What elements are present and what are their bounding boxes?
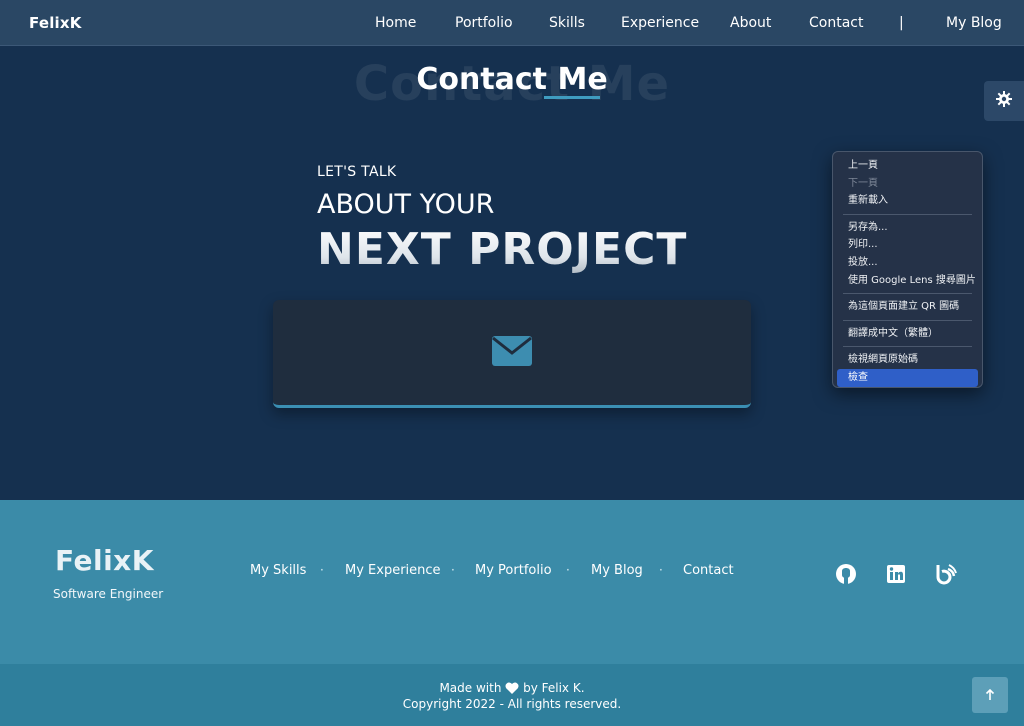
copyright-bar: Made with by Felix K. Copyright 2022 - A… <box>0 664 1024 726</box>
nav-link-experience[interactable]: Experience <box>621 15 699 31</box>
nav-link-contact[interactable]: Contact <box>809 15 863 31</box>
theme-settings-button[interactable] <box>984 81 1024 121</box>
nav-link-portfolio[interactable]: Portfolio <box>455 15 513 31</box>
menu-item-qr-code[interactable]: 為這個頁面建立 QR 圖碼 <box>837 298 978 316</box>
menu-item-translate[interactable]: 翻譯成中文（繁體） <box>837 325 978 343</box>
email-contact-card[interactable] <box>273 300 751 408</box>
gear-icon <box>996 91 1012 111</box>
menu-item-print[interactable]: 列印... <box>837 236 978 254</box>
footer-link-skills[interactable]: My Skills <box>250 563 306 578</box>
browser-context-menu: 上一頁 下一頁 重新載入 另存為... 列印... 投放... 使用 Googl… <box>832 151 983 388</box>
menu-item-view-source[interactable]: 檢視網頁原始碼 <box>837 351 978 369</box>
menu-item-forward[interactable]: 下一頁 <box>837 175 978 193</box>
footer-separator: · <box>566 563 570 577</box>
menu-separator <box>843 293 972 295</box>
linkedin-icon[interactable] <box>885 563 907 585</box>
github-icon[interactable] <box>835 563 857 585</box>
footer-links: My Skills · My Experience · My Portfolio… <box>0 563 1024 581</box>
arrow-up-icon <box>985 686 995 705</box>
nav-link-blog[interactable]: My Blog <box>946 15 1002 31</box>
footer-separator: · <box>451 563 455 577</box>
title-underline <box>544 96 600 99</box>
menu-item-reload[interactable]: 重新載入 <box>837 192 978 210</box>
made-with-suffix: by Felix K. <box>523 681 585 695</box>
footer-link-contact[interactable]: Contact <box>683 563 734 578</box>
menu-item-inspect[interactable]: 檢查 <box>837 368 978 387</box>
footer-link-portfolio[interactable]: My Portfolio <box>475 563 552 578</box>
scroll-to-top-button[interactable] <box>972 677 1008 713</box>
nav-link-about[interactable]: About <box>730 15 771 31</box>
footer: FelixK Software Engineer My Skills · My … <box>0 500 1024 664</box>
nav-links: Home Portfolio Skills Experience About C… <box>0 15 1024 35</box>
menu-item-back[interactable]: 上一頁 <box>837 157 978 175</box>
lets-talk-text: LET'S TALK <box>317 164 397 180</box>
menu-separator <box>843 319 972 321</box>
section-title: Contact Me <box>416 62 608 97</box>
menu-item-cast[interactable]: 投放... <box>837 254 978 272</box>
footer-separator: · <box>659 563 663 577</box>
next-project-heading: NEXT PROJECT <box>317 224 688 275</box>
footer-link-experience[interactable]: My Experience <box>345 563 441 578</box>
nav-link-home[interactable]: Home <box>375 15 416 31</box>
nav-link-skills[interactable]: Skills <box>549 15 585 31</box>
navbar: FelixK Home Portfolio Skills Experience … <box>0 0 1024 46</box>
heart-icon <box>505 682 519 697</box>
menu-item-save-as[interactable]: 另存為... <box>837 219 978 237</box>
made-with-line: Made with by Felix K. <box>0 681 1024 697</box>
blog-icon[interactable] <box>935 563 957 585</box>
copyright-text: Copyright 2022 - All rights reserved. <box>402 697 622 711</box>
about-your-text: ABOUT YOUR <box>317 189 495 220</box>
nav-divider: | <box>899 15 904 31</box>
menu-item-google-lens[interactable]: 使用 Google Lens 搜尋圖片 <box>837 272 978 290</box>
footer-separator: · <box>320 563 324 577</box>
envelope-icon <box>492 335 532 370</box>
menu-separator <box>843 346 972 348</box>
made-with-prefix: Made with <box>439 681 502 695</box>
menu-separator <box>843 213 972 215</box>
footer-subtitle: Software Engineer <box>53 587 164 601</box>
footer-link-blog[interactable]: My Blog <box>591 563 643 578</box>
